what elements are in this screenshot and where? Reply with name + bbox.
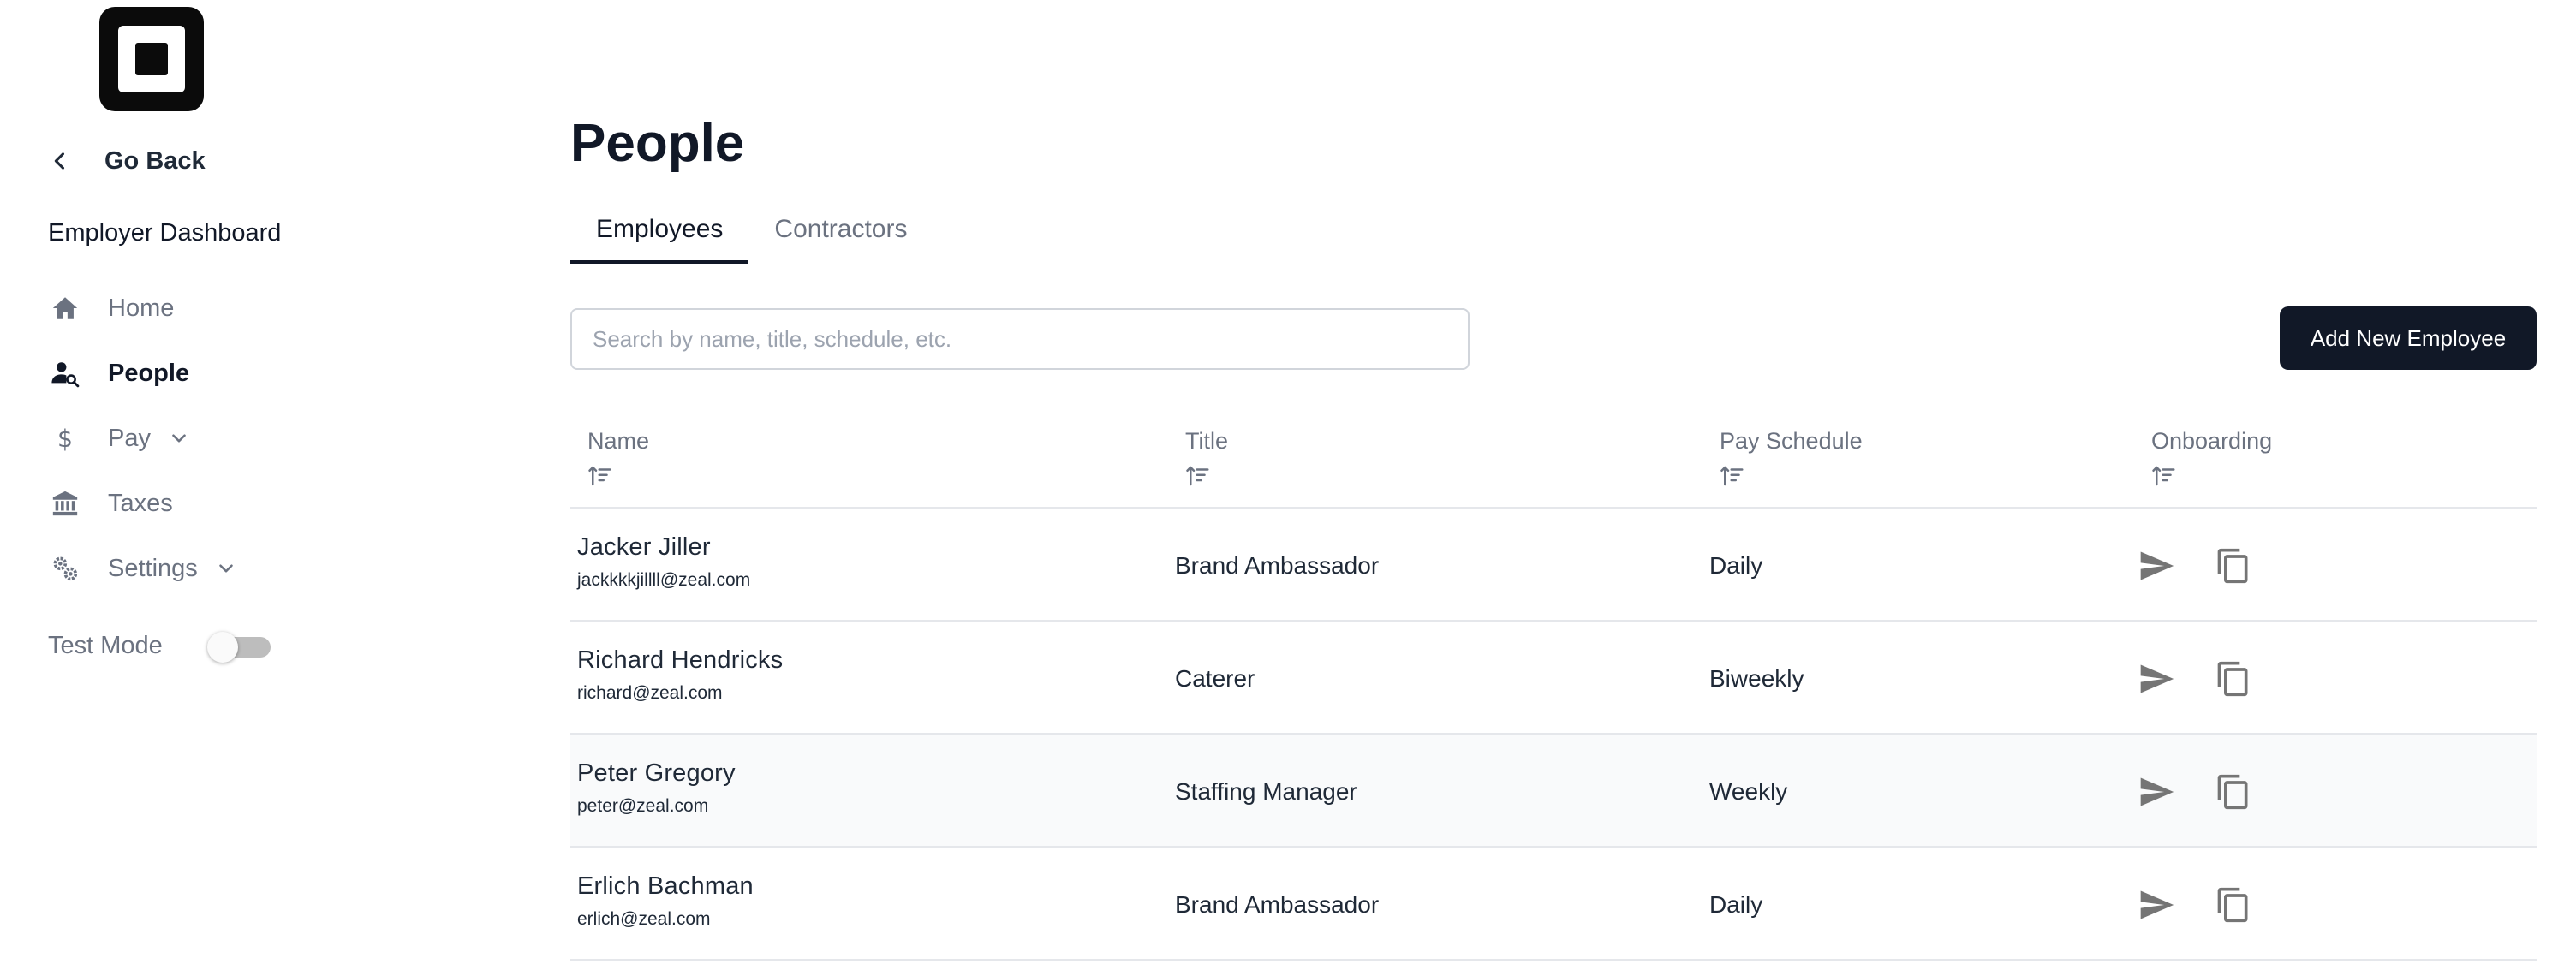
table-row[interactable]: Peter Gregory peter@zeal.com Staffing Ma… (570, 735, 2537, 848)
sidebar-item-people[interactable]: People (48, 354, 189, 392)
add-new-employee-button[interactable]: Add New Employee (2280, 306, 2537, 370)
chevron-left-icon (54, 152, 65, 170)
gears-icon (48, 551, 82, 586)
onboarding-actions (2134, 509, 2288, 622)
copy-link-button[interactable] (2211, 770, 2256, 814)
employee-name: Richard Hendricks (577, 646, 784, 674)
dollar-icon: $ (48, 421, 82, 455)
copy-icon (2217, 661, 2248, 696)
copy-icon (2217, 774, 2248, 809)
employee-name-cell: Jacker Jiller jackkkkjillll@zeal.com (577, 533, 750, 591)
tab-bar: Employees Contractors (570, 205, 933, 274)
table-row[interactable]: Erlich Bachman erlich@zeal.com Brand Amb… (570, 848, 2537, 961)
send-icon (2140, 551, 2174, 580)
copy-link-button[interactable] (2211, 544, 2256, 588)
test-mode-toggle[interactable] (207, 632, 271, 663)
home-icon (48, 291, 82, 325)
employee-email: jackkkkjillll@zeal.com (577, 570, 751, 590)
sort-icon[interactable] (587, 463, 613, 489)
go-back-label: Go Back (104, 146, 206, 175)
employee-email: erlich@zeal.com (577, 909, 711, 929)
sidebar-item-label: Taxes (108, 489, 173, 517)
copy-link-button[interactable] (2211, 883, 2256, 927)
chevron-down-icon[interactable] (168, 427, 190, 449)
table-row[interactable]: Richard Hendricks richard@zeal.com Cater… (570, 622, 2537, 735)
bank-icon (48, 486, 82, 521)
employee-email: peter@zeal.com (577, 796, 709, 816)
employee-pay-schedule: Daily (1709, 551, 1763, 579)
column-label: Onboarding (2151, 428, 2273, 454)
test-mode-label: Test Mode (48, 631, 163, 659)
column-header-name: Name (587, 428, 649, 489)
employee-name-cell: Peter Gregory peter@zeal.com (577, 759, 736, 817)
send-onboarding-button[interactable] (2134, 883, 2179, 927)
employee-name: Peter Gregory (577, 759, 736, 787)
employee-name-cell: Richard Hendricks richard@zeal.com (577, 646, 783, 704)
table-row[interactable]: Jacker Jiller jackkkkjillll@zeal.com Bra… (570, 509, 2537, 622)
sidebar-item-pay[interactable]: $ Pay (48, 420, 190, 457)
sidebar-item-label: Home (108, 294, 175, 322)
tab-employees[interactable]: Employees (570, 195, 749, 264)
send-icon (2140, 777, 2174, 806)
svg-text:$: $ (57, 425, 73, 453)
chevron-down-icon[interactable] (215, 557, 237, 580)
test-mode-row: Test Mode (48, 628, 271, 663)
sidebar-item-taxes[interactable]: Taxes (48, 485, 173, 522)
employee-email: richard@zeal.com (577, 683, 723, 703)
sidebar-item-settings[interactable]: Settings (48, 550, 237, 587)
send-onboarding-button[interactable] (2134, 544, 2179, 588)
page-title: People (570, 114, 745, 173)
search-input[interactable] (570, 308, 1470, 370)
employee-title: Caterer (1175, 664, 1255, 692)
column-header-onboarding: Onboarding (2151, 428, 2272, 489)
employee-name: Jacker Jiller (577, 533, 711, 561)
send-icon (2140, 664, 2174, 693)
employee-pay-schedule: Daily (1709, 890, 1763, 918)
square-logo (99, 7, 204, 111)
column-header-title: Title (1185, 428, 1228, 489)
copy-link-button[interactable] (2211, 657, 2256, 701)
sidebar-section-title: Employer Dashboard (48, 219, 282, 247)
onboarding-actions (2134, 848, 2288, 961)
sidebar-item-home[interactable]: Home (48, 289, 174, 327)
send-icon (2140, 890, 2174, 919)
sidebar-item-label: Settings (108, 554, 198, 582)
employee-title: Staffing Manager (1175, 777, 1357, 805)
employee-name-cell: Erlich Bachman erlich@zeal.com (577, 872, 754, 930)
tab-contractors[interactable]: Contractors (748, 195, 933, 264)
onboarding-actions (2134, 735, 2288, 848)
send-onboarding-button[interactable] (2134, 657, 2179, 701)
employee-title: Brand Ambassador (1175, 890, 1380, 918)
onboarding-actions (2134, 622, 2288, 735)
column-label: Name (587, 428, 650, 454)
send-onboarding-button[interactable] (2134, 770, 2179, 814)
sidebar-item-label: People (108, 359, 190, 387)
sort-icon[interactable] (1720, 463, 1745, 489)
table-header: Name Title Pay Schedule Onboarding (570, 423, 2537, 509)
employee-name: Erlich Bachman (577, 872, 754, 900)
employee-pay-schedule: Weekly (1709, 777, 1788, 805)
people-search-icon (48, 356, 82, 390)
sort-icon[interactable] (2151, 463, 2177, 489)
sidebar-item-label: Pay (108, 424, 151, 452)
sort-icon[interactable] (1185, 463, 1211, 489)
column-label: Pay Schedule (1720, 428, 1863, 454)
copy-icon (2217, 548, 2248, 583)
column-header-pay-schedule: Pay Schedule (1720, 428, 1863, 489)
column-label: Title (1185, 428, 1229, 454)
go-back-link[interactable]: Go Back (48, 144, 206, 178)
employee-pay-schedule: Biweekly (1709, 664, 1804, 692)
employee-title: Brand Ambassador (1175, 551, 1380, 579)
copy-icon (2217, 887, 2248, 922)
